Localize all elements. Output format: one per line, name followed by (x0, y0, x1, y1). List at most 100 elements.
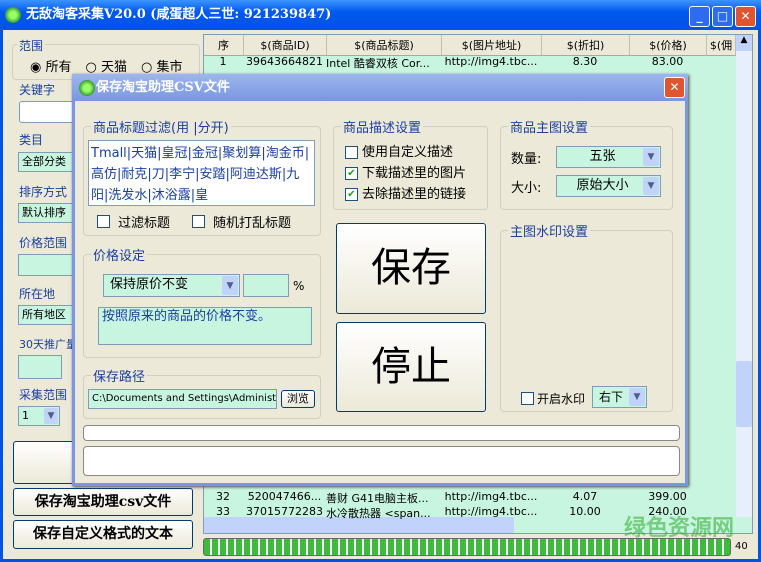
price-percent-input[interactable] (243, 274, 289, 297)
dialog-title: 保存淘宝助理CSV文件 (96, 80, 230, 95)
filter-textarea[interactable]: Tmall|天猫|皇冠|金冠|聚划算|淘金币|高仿|耐克|刀|李宁|安踏|阿迪达… (88, 140, 315, 206)
main-image-label: 商品主图设置 (508, 117, 591, 136)
save-csv-button[interactable]: 保存淘宝助理csv文件 (13, 488, 193, 516)
price-min-input[interactable] (18, 254, 78, 276)
sort-select[interactable]: 默认排序 (18, 203, 78, 223)
size-label: 大小: (511, 181, 542, 196)
close-button[interactable]: ✕ (735, 6, 756, 27)
app-logo-icon (5, 7, 21, 23)
table-cell[interactable]: http://img4.tbc... (441, 490, 541, 505)
browse-button[interactable]: 浏览 (281, 390, 315, 408)
price-range-label: 价格范围 (17, 234, 70, 251)
minimize-button[interactable]: _ (689, 6, 710, 27)
keyword-label: 关键字 (17, 81, 58, 98)
collect-range-value: 1 (22, 409, 29, 422)
filter-options: 过滤标题 随机打乱标题 (97, 212, 291, 231)
remove-links-option[interactable]: ✔ 去除描述里的链接 (345, 184, 466, 205)
filter-title-checkbox[interactable] (97, 215, 110, 228)
checkbox-label: 使用自定义描述 (362, 145, 454, 160)
table-cell[interactable]: 83.00 (629, 55, 706, 70)
chevron-down-icon: ▼ (44, 408, 58, 424)
sort-label: 排序方式 (17, 183, 70, 200)
status-field (83, 446, 680, 476)
dialog-title-bar: 保存淘宝助理CSV文件 (72, 74, 688, 101)
checkbox[interactable] (521, 392, 534, 405)
scroll-thumb[interactable] (736, 361, 752, 427)
shuffle-title-checkbox[interactable] (192, 215, 206, 228)
checkbox[interactable] (345, 146, 358, 159)
path-label: 保存路径 (91, 366, 148, 385)
table-cell[interactable]: 善财 G41电脑主板... (326, 490, 441, 505)
app-logo-icon (79, 80, 95, 96)
table-cell[interactable]: 32 (203, 490, 243, 505)
table-cell[interactable]: 399.00 (629, 490, 706, 505)
keyword-input[interactable] (19, 101, 79, 123)
table-cell[interactable]: 1 (203, 55, 243, 70)
progress-field (83, 425, 680, 441)
category-label: 类目 (17, 131, 46, 148)
save-button[interactable]: 保存 (336, 223, 486, 314)
checkbox-label: 随机打乱标题 (213, 216, 292, 231)
column-header[interactable]: $(佣 (707, 35, 736, 56)
scroll-up-icon[interactable]: ▲ (736, 35, 752, 51)
table-cell[interactable]: 520047466... (243, 490, 326, 505)
radio-label: 天猫 (100, 60, 127, 75)
promo-min-input[interactable] (18, 355, 62, 379)
column-header[interactable]: $(商品标题) (327, 35, 442, 56)
price-mode-value: 保持原价不变 (110, 277, 189, 292)
custom-description-option[interactable]: 使用自定义描述 (345, 142, 466, 163)
save-custom-text-button[interactable]: 保存自定义格式的文本 (13, 520, 193, 549)
watermark-position-select[interactable]: 右下 ▼ (592, 386, 647, 408)
chevron-down-icon: ▼ (643, 177, 659, 195)
table-cell[interactable]: 37015772283 (243, 505, 326, 520)
save-csv-dialog: 保存淘宝助理CSV文件 ✕ 商品标题过滤(用 |分开) Tmall|天猫|皇冠|… (72, 74, 688, 486)
column-header[interactable]: 序 (204, 35, 244, 56)
radio-tmall[interactable]: ○ 天猫 (86, 56, 128, 75)
column-header[interactable]: $(图片地址) (442, 35, 542, 56)
chevron-down-icon: ▼ (629, 388, 645, 406)
vertical-scrollbar[interactable]: ▲ (736, 35, 752, 517)
percent-label: % (293, 279, 305, 293)
radio-all[interactable]: ◉ 所有 (30, 56, 72, 75)
filter-label: 商品标题过滤(用 |分开) (91, 117, 231, 136)
scope-radios: ◉ 所有 ○ 天猫 ○ 集市 (30, 56, 183, 75)
count-label: 数量: (511, 152, 542, 167)
table-cell[interactable]: 10.00 (541, 505, 629, 520)
site-watermark: 绿色资源网 (624, 516, 735, 541)
radio-label: 所有 (45, 60, 72, 75)
watermark-group (500, 230, 673, 412)
table-cell[interactable]: Intel 酷睿双核 Cor... (326, 55, 441, 70)
table-cell[interactable]: 水冷散热器 <span... (326, 505, 441, 520)
column-header[interactable]: $(商品ID) (244, 35, 327, 56)
count-value: 五张 (589, 149, 616, 164)
table-cell[interactable]: 8.30 (541, 55, 629, 70)
save-path-input[interactable]: C:\Documents and Settings\Administrator (88, 389, 277, 409)
collect-range-select[interactable]: 1 ▼ (18, 406, 60, 426)
description-label: 商品描述设置 (341, 117, 424, 136)
radio-market[interactable]: ○ 集市 (141, 56, 183, 75)
maximize-button[interactable]: □ (712, 6, 733, 27)
table-cell[interactable]: 39643664821 (243, 55, 326, 70)
enable-watermark-option[interactable]: 开启水印 (521, 390, 585, 407)
price-mode-select[interactable]: 保持原价不变 ▼ (103, 274, 240, 297)
checkbox-label: 开启水印 (537, 392, 586, 406)
image-size-select[interactable]: 原始大小 ▼ (556, 175, 661, 197)
main-image-group (500, 126, 673, 210)
table-cell[interactable]: http://img4.tbc... (441, 55, 541, 70)
table-cell[interactable]: http://img4.tbc... (441, 505, 541, 520)
collect-range-label: 采集范围 (17, 386, 70, 403)
image-count-select[interactable]: 五张 ▼ (556, 146, 661, 168)
dialog-close-button[interactable]: ✕ (664, 77, 685, 98)
column-header[interactable]: $(价格) (630, 35, 707, 56)
checkbox-checked[interactable]: ✔ (345, 188, 358, 201)
table-cell[interactable]: 4.07 (541, 490, 629, 505)
category-select[interactable]: 全部分类 (18, 152, 78, 172)
table-cell[interactable]: 33 (203, 505, 243, 520)
size-value: 原始大小 (576, 178, 629, 193)
location-select[interactable]: 所有地区 (18, 305, 78, 325)
download-images-option[interactable]: ✔ 下载描述里的图片 (345, 163, 466, 184)
column-header[interactable]: $(折扣) (542, 35, 630, 56)
stop-button[interactable]: 停止 (336, 322, 486, 412)
window-title: 无敌淘客采集V20.0 (咸蛋超人三世: 921239847) (26, 7, 332, 22)
checkbox-checked[interactable]: ✔ (345, 167, 358, 180)
